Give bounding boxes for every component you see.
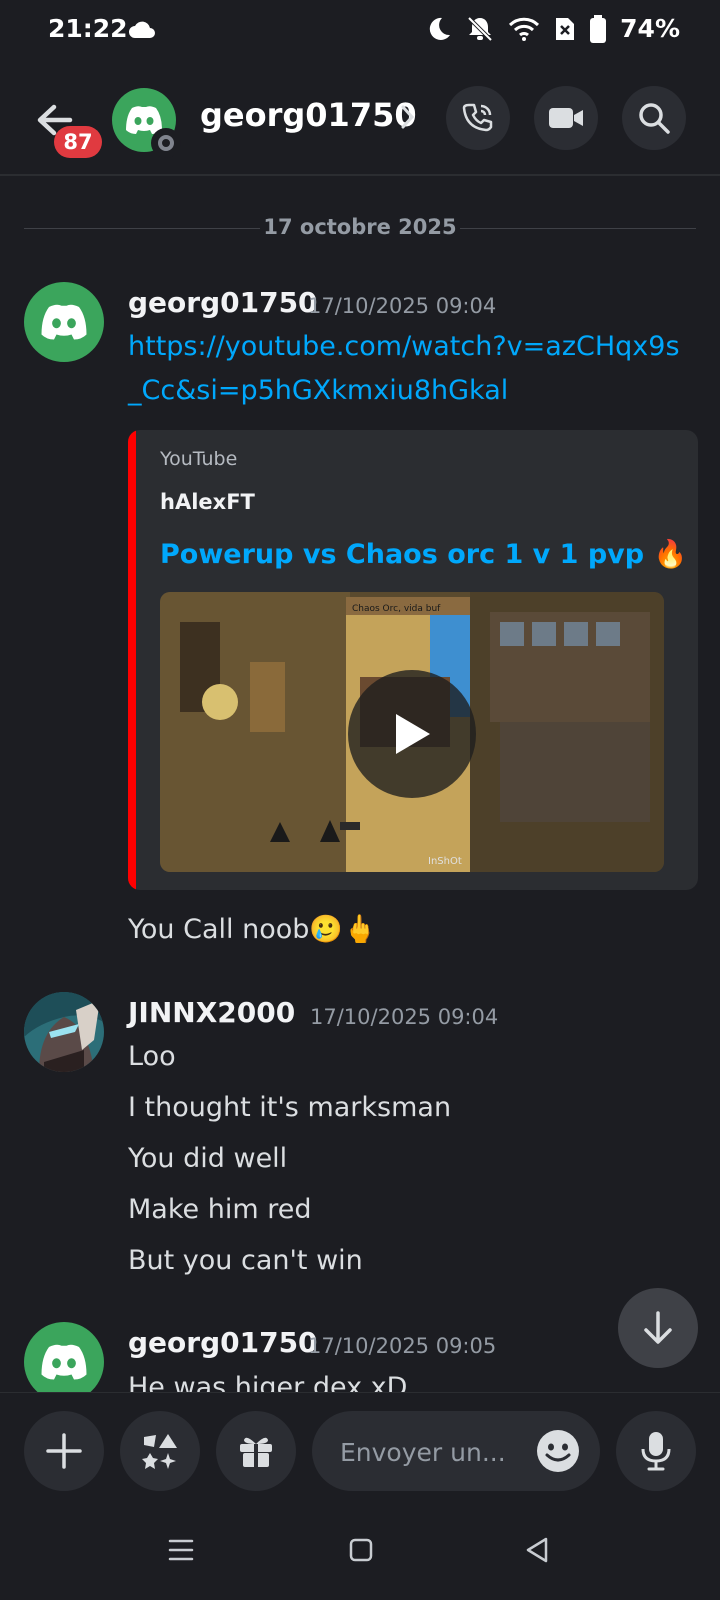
- search-button[interactable]: [622, 86, 686, 150]
- video-thumbnail[interactable]: Chaos Orc, vida buf InShOt: [160, 592, 664, 872]
- status-bar: 21:22 74%: [0, 0, 720, 62]
- system-navigation-bar: [0, 1502, 720, 1600]
- add-attachment-button[interactable]: [24, 1411, 104, 1491]
- search-icon: [639, 103, 670, 134]
- jump-to-present-button[interactable]: [618, 1288, 698, 1368]
- user-avatar-image: [24, 992, 104, 1072]
- voice-message-button[interactable]: [616, 1411, 696, 1491]
- emoji-icon[interactable]: [534, 1427, 582, 1475]
- microphone-icon: [641, 1432, 671, 1471]
- apps-button[interactable]: [120, 1411, 200, 1491]
- message-author[interactable]: georg01750: [128, 1326, 318, 1359]
- discord-logo-icon: [41, 1344, 87, 1380]
- call-icon: [462, 103, 493, 132]
- message-text: He was higer dex xD: [128, 1372, 408, 1392]
- message-author[interactable]: JINNX2000: [128, 996, 295, 1029]
- sim-no-signal-icon: [556, 17, 575, 40]
- svg-text:InShOt: InShOt: [428, 856, 462, 867]
- channel-header: 87 georg01750: [0, 62, 720, 176]
- wifi-icon: [509, 17, 540, 41]
- do-not-disturb-moon-icon: [429, 17, 451, 40]
- youtube-embed: YouTube hAlexFT Powerup vs Chaos orc 1 v…: [128, 430, 698, 890]
- message-clip: georg01750 17/10/2025 09:05 He was higer…: [0, 1310, 720, 1392]
- play-icon: [396, 714, 430, 754]
- home-icon[interactable]: [348, 1537, 374, 1563]
- channel-username[interactable]: georg01750: [200, 96, 417, 134]
- embed-title[interactable]: Powerup vs Chaos orc 1 v 1 pvp 🔥: [160, 538, 687, 570]
- message-line: Make him red: [128, 1194, 312, 1225]
- avatar[interactable]: [24, 992, 104, 1072]
- message-line: You did well: [128, 1143, 288, 1174]
- message-input[interactable]: [338, 1431, 522, 1473]
- message-timestamp: 17/10/2025 09:05: [308, 1334, 497, 1358]
- battery-icon: [590, 14, 607, 43]
- voice-call-button[interactable]: [446, 86, 510, 150]
- back-triangle-icon[interactable]: [524, 1536, 550, 1564]
- message-composer: [0, 1392, 720, 1503]
- date-divider: 17 octobre 2025: [24, 214, 696, 242]
- message-timestamp: 17/10/2025 09:04: [308, 294, 497, 318]
- status-time: 21:22: [48, 14, 128, 43]
- avatar[interactable]: [24, 282, 104, 362]
- svg-text:Chaos Orc, vida buf: Chaos Orc, vida buf: [352, 604, 441, 614]
- message-input-field[interactable]: [312, 1411, 600, 1491]
- status-icons: 74%: [426, 14, 680, 43]
- recent-apps-icon[interactable]: [168, 1538, 194, 1562]
- bell-muted-icon: [467, 16, 493, 41]
- battery-percent: 74%: [620, 14, 680, 43]
- message-line: But you can't win: [128, 1245, 363, 1276]
- embed-provider[interactable]: YouTube: [160, 448, 237, 470]
- gift-icon: [240, 1437, 272, 1467]
- gift-button[interactable]: [216, 1411, 296, 1491]
- arrow-down-icon: [644, 1311, 672, 1344]
- apps-icon: [142, 1434, 177, 1469]
- message-line: I thought it's marksman: [128, 1092, 452, 1123]
- discord-logo-icon: [41, 304, 87, 340]
- message-line: Loo: [128, 1041, 176, 1072]
- plus-icon: [46, 1433, 82, 1469]
- message-timestamp: 17/10/2025 09:04: [310, 1005, 499, 1029]
- message-text: You Call noob🥲🖕: [128, 914, 377, 945]
- status-offline-indicator: [151, 128, 181, 158]
- unread-badge: 87: [54, 126, 102, 158]
- cloud-icon: [129, 21, 155, 38]
- video-call-button[interactable]: [534, 86, 598, 150]
- embed-accent-bar: [128, 430, 136, 890]
- embed-author[interactable]: hAlexFT: [160, 490, 255, 514]
- avatar[interactable]: [24, 1322, 104, 1392]
- video-icon: [549, 108, 583, 128]
- chevron-right-icon[interactable]: [400, 104, 416, 130]
- message-author[interactable]: georg01750: [128, 286, 318, 319]
- play-button[interactable]: [348, 670, 476, 798]
- message-link[interactable]: https://youtube.com/watch?v=azCHqx9s_Cc&…: [128, 325, 688, 413]
